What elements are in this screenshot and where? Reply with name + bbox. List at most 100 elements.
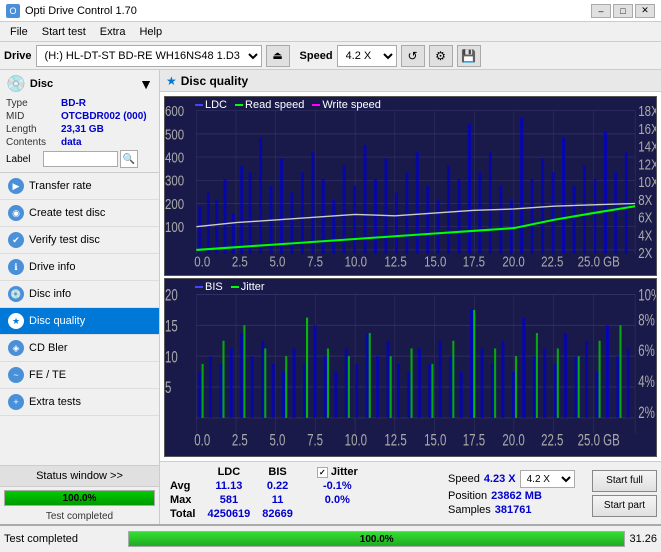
bottom-progress-bar: 100.0% — [128, 531, 625, 547]
sidebar-item-transfer-rate[interactable]: ▶ Transfer rate — [0, 173, 159, 200]
sidebar-item-verify-test-disc[interactable]: ✔ Verify test disc — [0, 227, 159, 254]
disc-label-input[interactable] — [43, 151, 118, 167]
disc-length-value: 23,31 GB — [61, 124, 104, 135]
disc-contents-label: Contents — [6, 137, 61, 148]
stats-table: LDC BIS ✓ Jitter — [164, 465, 444, 521]
svg-text:6X: 6X — [638, 209, 652, 226]
max-bis: 11 — [256, 493, 299, 507]
nav-items: ▶ Transfer rate ◉ Create test disc ✔ Ver… — [0, 173, 159, 416]
table-row: Max 581 11 0.0% — [164, 493, 364, 507]
legend-jitter: Jitter — [231, 281, 265, 293]
close-button[interactable]: ✕ — [635, 4, 655, 18]
nav-label-create-test-disc: Create test disc — [29, 207, 105, 219]
sidebar-status-text: Test completed — [0, 509, 159, 524]
panel-title: Disc quality — [181, 74, 248, 88]
sidebar-item-cd-bler[interactable]: ◈ CD Bler — [0, 335, 159, 362]
samples-value: 381761 — [495, 504, 532, 516]
start-full-button[interactable]: Start full — [592, 470, 657, 492]
nav-icon-create-test-disc: ◉ — [8, 205, 24, 221]
window-controls: – □ ✕ — [591, 4, 655, 18]
minimize-button[interactable]: – — [591, 4, 611, 18]
sidebar-item-disc-info[interactable]: 💿 Disc info — [0, 281, 159, 308]
status-window-btn[interactable]: Status window >> — [0, 466, 159, 487]
svg-text:300: 300 — [165, 172, 184, 189]
bottom-status-text: Test completed — [4, 533, 124, 545]
bottom-progress-text: 100.0% — [129, 532, 624, 546]
drive-select[interactable]: (H:) HL-DT-ST BD-RE WH16NS48 1.D3 — [36, 45, 262, 67]
max-ldc: 581 — [201, 493, 256, 507]
disc-expand-btn[interactable]: ▼ — [139, 76, 153, 92]
nav-icon-disc-quality: ★ — [8, 313, 24, 329]
svg-text:400: 400 — [165, 149, 184, 166]
save-button[interactable]: 💾 — [457, 45, 481, 67]
stats-header-jitter: ✓ Jitter — [311, 465, 364, 479]
menu-extra[interactable]: Extra — [94, 24, 132, 40]
stats-row: LDC BIS ✓ Jitter — [164, 465, 657, 521]
svg-text:10%: 10% — [638, 286, 656, 305]
menu-help[interactable]: Help — [133, 24, 168, 40]
chart2-legend: BIS Jitter — [195, 281, 265, 293]
nav-label-verify-test-disc: Verify test disc — [29, 234, 100, 246]
avg-label: Avg — [164, 479, 201, 493]
speed-select[interactable]: 4.2 X — [337, 45, 397, 67]
svg-text:12X: 12X — [638, 156, 656, 173]
nav-icon-extra-tests: + — [8, 394, 24, 410]
bis-dot — [195, 286, 203, 288]
eject-button[interactable]: ⏏ — [266, 45, 290, 67]
svg-text:100: 100 — [165, 219, 184, 236]
legend-write: Write speed — [312, 99, 381, 111]
sidebar-item-create-test-disc[interactable]: ◉ Create test disc — [0, 200, 159, 227]
sidebar-item-disc-quality[interactable]: ★ Disc quality — [0, 308, 159, 335]
stats-header-empty2 — [299, 465, 311, 479]
samples-row: Samples 381761 — [448, 504, 588, 516]
total-ldc: 4250619 — [201, 507, 256, 521]
title-bar: O Opti Drive Control 1.70 – □ ✕ — [0, 0, 661, 22]
sidebar-progress-text: 100.0% — [5, 491, 154, 505]
svg-text:20.0: 20.0 — [502, 253, 524, 270]
disc-label-search-btn[interactable]: 🔍 — [120, 150, 138, 168]
svg-text:14X: 14X — [638, 138, 656, 155]
jitter-dot — [231, 286, 239, 288]
nav-label-fe-te: FE / TE — [29, 369, 66, 381]
svg-text:4X: 4X — [638, 227, 652, 244]
nav-label-disc-quality: Disc quality — [29, 315, 85, 327]
menu-file[interactable]: File — [4, 24, 34, 40]
ldc-dot — [195, 104, 203, 106]
sidebar-item-extra-tests[interactable]: + Extra tests — [0, 389, 159, 416]
svg-text:12.5: 12.5 — [384, 431, 406, 450]
maximize-button[interactable]: □ — [613, 4, 633, 18]
speed-display-label: Speed — [448, 473, 480, 485]
app-icon: O — [6, 4, 20, 18]
sidebar-item-fe-te[interactable]: ~ FE / TE — [0, 362, 159, 389]
svg-text:10.0: 10.0 — [345, 253, 367, 270]
svg-text:17.5: 17.5 — [463, 431, 485, 450]
avg-bis: 0.22 — [256, 479, 299, 493]
svg-text:6%: 6% — [638, 342, 655, 361]
disc-mid-value: OTCBDR002 (000) — [61, 111, 147, 122]
disc-contents-value: data — [61, 137, 82, 148]
max-jitter: 0.0% — [311, 493, 364, 507]
nav-icon-transfer-rate: ▶ — [8, 178, 24, 194]
svg-text:200: 200 — [165, 195, 184, 212]
svg-text:10.0: 10.0 — [345, 431, 367, 450]
max-label: Max — [164, 493, 201, 507]
read-dot — [235, 104, 243, 106]
svg-text:12.5: 12.5 — [384, 253, 406, 270]
table-row: Total 4250619 82669 — [164, 507, 364, 521]
start-part-button[interactable]: Start part — [592, 495, 657, 517]
svg-text:7.5: 7.5 — [307, 431, 323, 450]
nav-icon-drive-info: ℹ — [8, 259, 24, 275]
refresh-button[interactable]: ↺ — [401, 45, 425, 67]
sidebar-item-drive-info[interactable]: ℹ Drive info — [0, 254, 159, 281]
jitter-checkbox[interactable]: ✓ — [317, 467, 328, 478]
svg-text:8%: 8% — [638, 311, 655, 330]
disc-label-text: Label — [6, 154, 41, 165]
menu-start-test[interactable]: Start test — [36, 24, 92, 40]
speed-select-stats[interactable]: 4.2 X — [520, 470, 575, 488]
nav-label-transfer-rate: Transfer rate — [29, 180, 92, 192]
svg-text:15.0: 15.0 — [424, 253, 446, 270]
svg-text:22.5: 22.5 — [541, 253, 563, 270]
svg-text:2X: 2X — [638, 245, 652, 262]
settings-button[interactable]: ⚙ — [429, 45, 453, 67]
position-value: 23862 MB — [491, 490, 542, 502]
